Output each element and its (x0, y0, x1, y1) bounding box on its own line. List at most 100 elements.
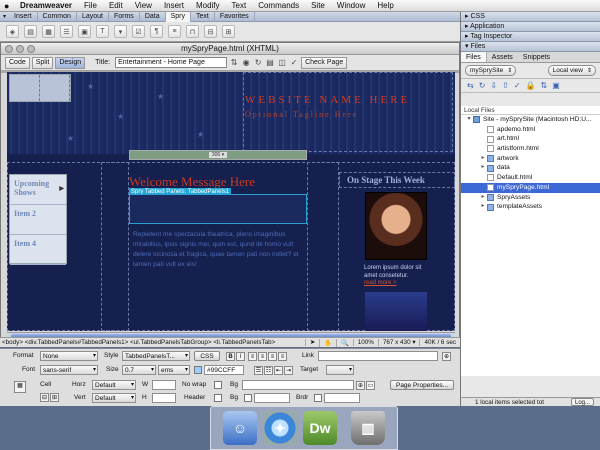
split-cells-icon[interactable]: ⊞ (50, 393, 59, 402)
spry-accordion-icon[interactable]: ⊟ (204, 25, 217, 38)
spry-repeat-list-icon[interactable]: ☰ (60, 25, 73, 38)
indent-icon[interactable]: ⇥ (284, 366, 293, 375)
menu-site[interactable]: Site (305, 0, 331, 12)
file-tree-row[interactable]: ▸ data (461, 163, 600, 173)
bold-icon[interactable]: B (226, 352, 235, 361)
disclosure-triangle-icon[interactable]: ▸ (479, 202, 487, 212)
size-select[interactable]: 0.7 (122, 365, 156, 375)
insert-tab-forms[interactable]: Forms (109, 11, 140, 22)
header-placeholder-table[interactable] (9, 74, 71, 102)
menu-edit[interactable]: Edit (103, 0, 129, 12)
collapse-triangle-icon[interactable]: ▾ (0, 13, 9, 20)
align-left-icon[interactable]: ≡ (248, 352, 257, 361)
justify-icon[interactable]: ≡ (278, 352, 287, 361)
spry-tabbed-panel[interactable] (129, 194, 307, 224)
log-button[interactable]: Log... (570, 398, 594, 406)
spry-validation-select-icon[interactable]: ▾ (114, 25, 127, 38)
file-tree-row[interactable]: ▸ templateAssets (461, 202, 600, 212)
align-right-icon[interactable]: ≡ (268, 352, 277, 361)
apple-menu-icon[interactable]: ● (4, 1, 14, 11)
point-to-file-icon[interactable]: ⊕ (442, 352, 451, 361)
nowrap-checkbox[interactable] (214, 381, 222, 389)
menu-view[interactable]: View (129, 0, 158, 12)
text-color-input[interactable]: #99CCFF (204, 365, 244, 375)
trash-icon[interactable]: ▥ (351, 411, 385, 445)
put-files-icon[interactable]: ⇧ (502, 81, 509, 90)
font-select[interactable]: sans-serif (40, 365, 98, 375)
file-tree-row[interactable]: Default.html (461, 173, 600, 183)
tab-assets[interactable]: Assets (487, 52, 518, 62)
bg-color-swatch[interactable] (244, 394, 252, 402)
spry-region-icon[interactable]: ▤ (24, 25, 37, 38)
refresh-icon[interactable]: ↻ (253, 58, 263, 68)
get-files-icon[interactable]: ⇩ (490, 81, 497, 90)
preview-browser-icon[interactable]: ◉ (241, 58, 251, 68)
cell-height-input[interactable] (152, 393, 176, 403)
synchronize-icon[interactable]: ⇅ (540, 81, 547, 90)
spry-validation-checkbox-icon[interactable]: ☑ (132, 25, 145, 38)
target-select[interactable] (326, 365, 354, 375)
finder-icon[interactable]: ☺ (223, 411, 257, 445)
table-width-indicator[interactable]: 306 ▾ (129, 150, 307, 160)
site-select[interactable]: mySprySite (465, 65, 517, 76)
ordered-list-icon[interactable]: ☷ (264, 366, 273, 375)
outdent-icon[interactable]: ⇤ (274, 366, 283, 375)
connect-icon[interactable]: ⇆ (467, 81, 474, 90)
minimize-window-icon[interactable] (16, 45, 24, 53)
bg-image-input[interactable] (242, 380, 354, 390)
view-select[interactable]: Local view (547, 65, 596, 76)
application-panel-header[interactable]: ▸ Application (461, 22, 600, 32)
spry-validation-textarea-icon[interactable]: ¶ (150, 25, 163, 38)
menu-help[interactable]: Help (371, 0, 399, 12)
text-color-swatch[interactable] (194, 366, 202, 374)
horz-select[interactable]: Default (92, 380, 136, 390)
border-color-swatch[interactable] (314, 394, 322, 402)
insert-tab-common[interactable]: Common (38, 11, 77, 22)
bg-browse-folder-icon[interactable]: ▭ (366, 381, 375, 390)
window-size[interactable]: 767 x 430 ▾ (377, 339, 420, 346)
unordered-list-icon[interactable]: ☰ (254, 366, 263, 375)
css-button[interactable]: CSS (194, 351, 220, 361)
format-select[interactable]: None (40, 351, 98, 361)
safari-icon[interactable]: ✦ (263, 411, 297, 445)
split-view-button[interactable]: Split (31, 56, 54, 69)
select-tool-icon[interactable]: ➤ (304, 339, 319, 346)
css-panel-header[interactable]: ▸ CSS (461, 12, 600, 22)
link-input[interactable] (318, 351, 438, 361)
spry-validation-text-icon[interactable]: T (96, 25, 109, 38)
insert-tab-insert[interactable]: Insert (9, 11, 38, 22)
align-center-icon[interactable]: ≡ (258, 352, 267, 361)
page-properties-button[interactable]: Page Properties... (390, 380, 454, 390)
local-files-header[interactable]: Local Files (461, 106, 600, 115)
bg-color-input[interactable] (254, 393, 290, 403)
tab-snippets[interactable]: Snippets (518, 52, 555, 62)
view-options-icon[interactable]: ▤ (265, 58, 275, 68)
nav-item-4[interactable]: Item 4 (10, 235, 66, 265)
close-window-icon[interactable] (5, 45, 13, 53)
file-tree-row[interactable]: ▾ Site - mySprySite (Macintosh HD:U... (461, 115, 600, 125)
insert-tab-layout[interactable]: Layout (77, 11, 109, 22)
tag-inspector-panel-header[interactable]: ▸ Tag Inspector (461, 32, 600, 42)
header-checkbox[interactable] (214, 394, 222, 402)
style-select[interactable]: TabbedPanelsT... (122, 351, 190, 361)
italic-icon[interactable]: I (236, 352, 245, 361)
nav-item-2[interactable]: Item 2 (10, 205, 66, 235)
disclosure-triangle-icon[interactable]: ▾ (465, 115, 473, 125)
insert-tab-text[interactable]: Text (191, 11, 215, 22)
menu-text[interactable]: Text (226, 0, 253, 12)
disclosure-triangle-icon[interactable]: ▸ (479, 163, 487, 173)
spry-xml-dataset-icon[interactable]: ◈ (6, 25, 19, 38)
border-color-input[interactable] (324, 393, 360, 403)
cell-width-input[interactable] (152, 380, 176, 390)
file-tree-row[interactable]: artistform.html (461, 144, 600, 154)
size-unit-select[interactable]: ems (158, 365, 190, 375)
validate-icon[interactable]: ✓ (289, 58, 299, 68)
vert-select[interactable]: Default (92, 393, 136, 403)
refresh-files-icon[interactable]: ↻ (479, 81, 486, 90)
nav-item-upcoming-shows[interactable]: Upcoming Shows ▶ (10, 175, 66, 205)
file-tree-row[interactable]: ▸ artwork (461, 154, 600, 164)
check-page-button[interactable]: Check Page (301, 56, 348, 69)
merge-cells-icon[interactable]: ⊟ (40, 393, 49, 402)
disclosure-triangle-icon[interactable]: ▸ (479, 193, 487, 203)
design-view-button[interactable]: Design (55, 56, 86, 69)
